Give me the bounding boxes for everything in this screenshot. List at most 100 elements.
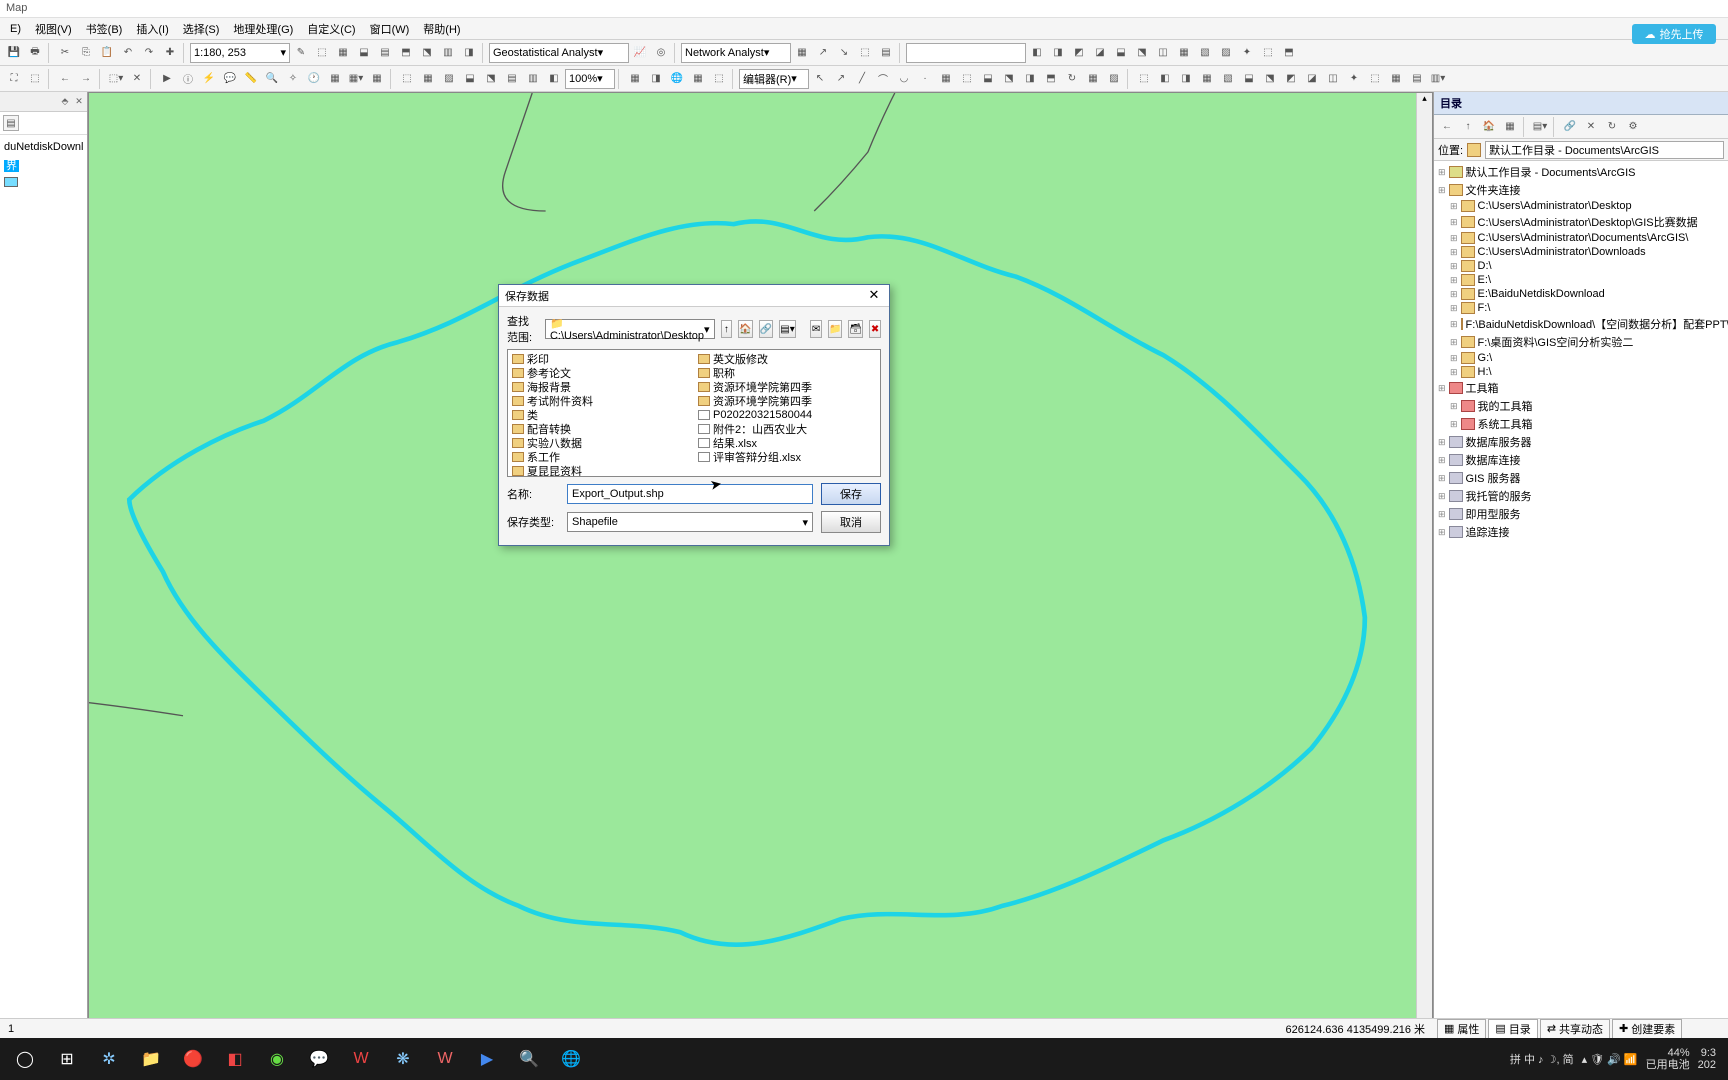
tree-item[interactable]: ⊞D:\: [1436, 259, 1726, 273]
menu-select[interactable]: 选择(S): [177, 19, 226, 39]
tab-create[interactable]: ✚ 创建要素: [1612, 1019, 1682, 1039]
tab-catalog[interactable]: ▤ 目录: [1488, 1019, 1537, 1039]
file-item[interactable]: 海报背景: [510, 380, 692, 394]
tree-item[interactable]: ⊞追踪连接: [1436, 523, 1726, 541]
everything-icon[interactable]: 🔍: [510, 1040, 548, 1078]
net-b-icon[interactable]: ↗: [813, 43, 833, 63]
clear-sel-icon[interactable]: ✕: [127, 69, 147, 89]
net-c-icon[interactable]: ↘: [834, 43, 854, 63]
menu-view[interactable]: 视图(V): [29, 19, 78, 39]
georef-j-icon[interactable]: ▨: [1216, 43, 1236, 63]
save-icon[interactable]: 💾: [4, 43, 24, 63]
toc-layer[interactable]: duNetdiskDownlo: [4, 139, 83, 155]
tree-item[interactable]: ⊞G:\: [1436, 351, 1726, 365]
app-9-icon[interactable]: ▶: [468, 1040, 506, 1078]
file-list[interactable]: 彩印参考论文海报背景考试附件资料类配音转换实验八数据系工作夏昆昆资料 英文版修改…: [507, 349, 881, 477]
tree-item[interactable]: ⊞H:\: [1436, 365, 1726, 379]
next-extent-icon[interactable]: →: [76, 69, 96, 89]
ed-d-icon[interactable]: ⌒: [873, 69, 893, 89]
topo-c-icon[interactable]: ◨: [1176, 69, 1196, 89]
pointer-icon[interactable]: ▶: [157, 69, 177, 89]
cat-refresh-icon[interactable]: ↻: [1602, 117, 1622, 137]
snap-a-icon[interactable]: ⬚: [397, 69, 417, 89]
tree-item[interactable]: ⊞F:\BaiduNetdiskDownload\【空间数据分析】配套PPT\【…: [1436, 315, 1726, 333]
tool-c-icon[interactable]: ▦: [333, 43, 353, 63]
ed-k-icon[interactable]: ◨: [1020, 69, 1040, 89]
cat-options-icon[interactable]: ⚙: [1623, 117, 1643, 137]
georef-h-icon[interactable]: ▦: [1174, 43, 1194, 63]
geostat-dropdown[interactable]: Geostatistical Analyst ▾: [489, 43, 629, 63]
menu-customize[interactable]: 自定义(C): [301, 19, 361, 39]
hyperlink-icon[interactable]: ⚡: [199, 69, 219, 89]
toc-close-icon[interactable]: ✕: [73, 96, 85, 108]
ed-c-icon[interactable]: ╱: [852, 69, 872, 89]
tree-item[interactable]: ⊞E:\BaiduNetdiskDownload: [1436, 287, 1726, 301]
menu-file[interactable]: E): [4, 21, 27, 37]
draw-b-icon[interactable]: ◨: [646, 69, 666, 89]
find-icon[interactable]: 🔍: [262, 69, 282, 89]
toc-pin-icon[interactable]: ⬘: [59, 96, 71, 108]
ed-b-icon[interactable]: ↗: [831, 69, 851, 89]
cat-up-icon[interactable]: ↑: [1458, 117, 1478, 137]
ed-l-icon[interactable]: ⬒: [1041, 69, 1061, 89]
app-8-icon[interactable]: W: [426, 1040, 464, 1078]
toc-list-icon[interactable]: ▤: [3, 115, 19, 131]
lookfor-path-combo[interactable]: 📁 C:\Users\Administrator\Desktop▾: [545, 319, 715, 339]
georef-c-icon[interactable]: ◩: [1069, 43, 1089, 63]
cat-list-icon[interactable]: ▤▾: [1530, 117, 1550, 137]
file-item[interactable]: 彩印: [510, 352, 692, 366]
prev-extent-icon[interactable]: ←: [55, 69, 75, 89]
tree-item[interactable]: ⊞E:\: [1436, 273, 1726, 287]
ed-a-icon[interactable]: ↖: [810, 69, 830, 89]
tree-item[interactable]: ⊞即用型服务: [1436, 505, 1726, 523]
map-view[interactable]: ▴ ▦ ▤ ↻ ‖ ◄ ▸: [88, 92, 1433, 1038]
viewer2-icon[interactable]: ▦▾: [346, 69, 366, 89]
tree-item[interactable]: ⊞F:\桌面资料\GIS空间分析实验二: [1436, 333, 1726, 351]
tree-item[interactable]: ⊞默认工作目录 - Documents\ArcGIS: [1436, 163, 1726, 181]
menu-bookmark[interactable]: 书签(B): [80, 19, 129, 39]
cat-back-icon[interactable]: ←: [1437, 117, 1457, 137]
georef-g-icon[interactable]: ◫: [1153, 43, 1173, 63]
nav-del-icon[interactable]: ✖: [869, 320, 881, 338]
draw-c-icon[interactable]: 🌐: [667, 69, 687, 89]
georef-b-icon[interactable]: ◨: [1048, 43, 1068, 63]
topo-b-icon[interactable]: ◧: [1155, 69, 1175, 89]
app-7-icon[interactable]: ❋: [384, 1040, 422, 1078]
toc-layer2[interactable]: 界: [4, 155, 83, 175]
nav-home-icon[interactable]: 🏠: [738, 320, 752, 338]
explorer-icon[interactable]: 📁: [132, 1040, 170, 1078]
empty-combo[interactable]: [906, 43, 1026, 63]
nav-new-icon[interactable]: ✉: [810, 320, 822, 338]
georef-a-icon[interactable]: ◧: [1027, 43, 1047, 63]
viewer-icon[interactable]: ▦: [325, 69, 345, 89]
snap-e-icon[interactable]: ⬔: [481, 69, 501, 89]
catalog-loc-input[interactable]: [1485, 141, 1724, 159]
tray-ime[interactable]: 拼 中 ♪ ☽, 简: [1510, 1051, 1574, 1067]
ed-i-icon[interactable]: ⬓: [978, 69, 998, 89]
tree-item[interactable]: ⊞C:\Users\Administrator\Desktop\GIS比赛数据: [1436, 213, 1726, 231]
office-icon[interactable]: ◧: [216, 1040, 254, 1078]
topo-h-icon[interactable]: ◩: [1281, 69, 1301, 89]
ed-o-icon[interactable]: ▨: [1104, 69, 1124, 89]
menu-help[interactable]: 帮助(H): [417, 19, 466, 39]
wechat-icon[interactable]: 💬: [300, 1040, 338, 1078]
undo-icon[interactable]: ↶: [118, 43, 138, 63]
tab-share[interactable]: ⇄ 共享动态: [1540, 1019, 1610, 1039]
file-item[interactable]: 结果.xlsx: [696, 436, 878, 450]
ed-m-icon[interactable]: ↻: [1062, 69, 1082, 89]
topo-k-icon[interactable]: ✦: [1344, 69, 1364, 89]
cat-home-icon[interactable]: 🏠: [1479, 117, 1499, 137]
georef-i-icon[interactable]: ▧: [1195, 43, 1215, 63]
topo-o-icon[interactable]: ▥▾: [1428, 69, 1448, 89]
time-slider-icon[interactable]: 🕐: [304, 69, 324, 89]
save-button[interactable]: 保存: [821, 483, 881, 505]
tool-b-icon[interactable]: ⬚: [312, 43, 332, 63]
snap-b-icon[interactable]: ▦: [418, 69, 438, 89]
menu-window[interactable]: 窗口(W): [364, 19, 416, 39]
cat-toggle-icon[interactable]: ▦: [1500, 117, 1520, 137]
tool-d-icon[interactable]: ⬓: [354, 43, 374, 63]
file-item[interactable]: 考试附件资料: [510, 394, 692, 408]
editor-dropdown[interactable]: 编辑器(R) ▾: [739, 69, 809, 89]
geostat2-icon[interactable]: ◎: [651, 43, 671, 63]
file-item[interactable]: P020220321580044: [696, 408, 878, 422]
